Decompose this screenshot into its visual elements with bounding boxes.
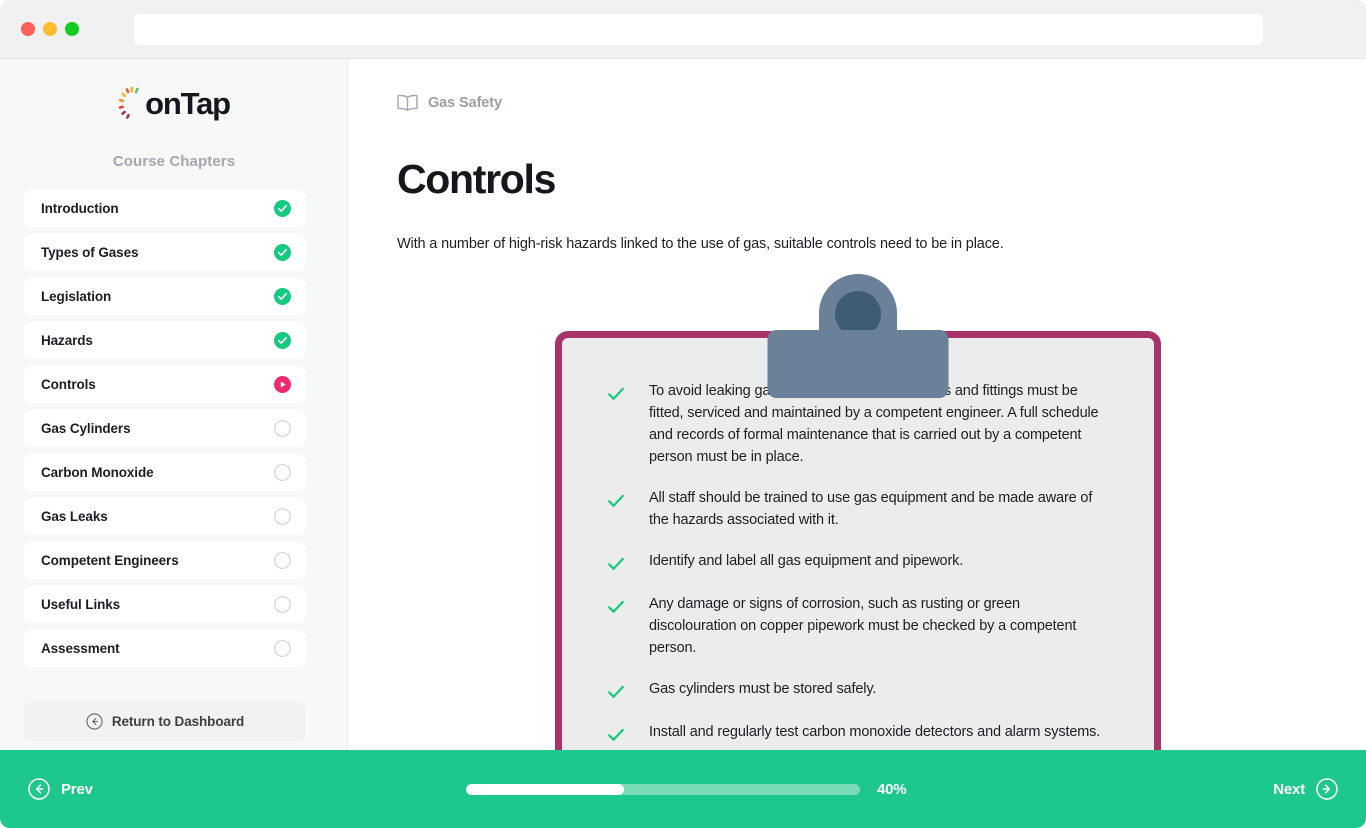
chapter-locked-circle-icon	[274, 640, 291, 657]
sidebar-item-assessment[interactable]: Assessment	[24, 630, 306, 667]
chapter-list: Introduction Types of Gases Legislation Haz…	[24, 190, 306, 667]
breadcrumb-label: Gas Safety	[428, 94, 502, 111]
ontap-logo-icon	[118, 86, 139, 119]
window-traffic-lights	[21, 22, 79, 36]
checklist-item-text: Identify and label all gas equipment and…	[649, 553, 964, 569]
sidebar-item-label: Useful Links	[41, 597, 121, 612]
sidebar-item-label: Controls	[41, 377, 96, 392]
url-input[interactable]	[134, 14, 1263, 45]
next-button[interactable]: Next	[1273, 778, 1338, 800]
next-label: Next	[1273, 780, 1305, 798]
bottom-navigation-bar: Prev 40% Next	[0, 750, 1366, 828]
brand-logo[interactable]: onTap	[0, 86, 348, 120]
clipboard-board: To avoid leaking gas, all gas appliances…	[555, 331, 1161, 782]
sidebar-item-label: Introduction	[41, 201, 119, 216]
check-mark-icon	[608, 728, 624, 741]
sidebar-item-label: Gas Cylinders	[41, 421, 131, 436]
progress-fill	[466, 783, 624, 795]
arrow-left-circle-icon	[86, 713, 103, 730]
page-title: Controls	[397, 156, 556, 202]
progress-percent-label: 40%	[877, 780, 907, 798]
arrow-right-circle-icon	[1316, 778, 1338, 800]
checklist-item-text: Gas cylinders must be stored safely.	[649, 681, 877, 697]
sidebar-item-gas-leaks[interactable]: Gas Leaks	[24, 498, 306, 535]
check-mark-icon	[608, 685, 624, 698]
sidebar: onTap Course Chapters Introduction Types …	[0, 59, 348, 828]
chapter-complete-check-icon	[274, 200, 291, 217]
arrow-left-circle-icon	[28, 778, 50, 800]
main-content: Gas Safety Controls With a number of hig…	[348, 59, 1366, 828]
sidebar-item-label: Assessment	[41, 641, 120, 656]
check-mark-icon	[608, 557, 624, 570]
sidebar-item-controls[interactable]: Controls	[24, 366, 306, 403]
clipboard-illustration: To avoid leaking gas, all gas appliances…	[555, 274, 1161, 782]
chapter-complete-check-icon	[274, 288, 291, 305]
sidebar-item-useful-links[interactable]: Useful Links	[24, 586, 306, 623]
chapter-locked-circle-icon	[274, 508, 291, 525]
sidebar-item-competent-engineers[interactable]: Competent Engineers	[24, 542, 306, 579]
maximize-window-button[interactable]	[65, 22, 79, 36]
chapter-locked-circle-icon	[274, 420, 291, 437]
course-progress: 40%	[466, 780, 907, 798]
checklist-item: Install and regularly test carbon monoxi…	[606, 721, 1116, 745]
breadcrumb[interactable]: Gas Safety	[397, 94, 502, 111]
sidebar-item-legislation[interactable]: Legislation	[24, 278, 306, 315]
controls-checklist: To avoid leaking gas, all gas appliances…	[606, 380, 1116, 745]
prev-label: Prev	[61, 780, 93, 798]
sidebar-item-types-of-gases[interactable]: Types of Gases	[24, 234, 306, 271]
progress-track[interactable]	[466, 783, 860, 795]
chapter-locked-circle-icon	[274, 552, 291, 569]
prev-button[interactable]: Prev	[28, 778, 93, 800]
checklist-item: All staff should be trained to use gas e…	[606, 487, 1116, 531]
check-mark-icon	[608, 600, 624, 613]
browser-chrome	[0, 0, 1366, 59]
close-window-button[interactable]	[21, 22, 35, 36]
brand-logo-text: onTap	[145, 85, 231, 121]
chapter-locked-circle-icon	[274, 464, 291, 481]
minimize-window-button[interactable]	[43, 22, 57, 36]
sidebar-item-label: Legislation	[41, 289, 112, 304]
check-mark-icon	[608, 387, 624, 400]
checklist-item-text: All staff should be trained to use gas e…	[649, 490, 1093, 528]
sidebar-item-gas-cylinders[interactable]: Gas Cylinders	[24, 410, 306, 447]
sidebar-item-label: Hazards	[41, 333, 93, 348]
chapter-locked-circle-icon	[274, 596, 291, 613]
checklist-item: Identify and label all gas equipment and…	[606, 550, 1116, 574]
sidebar-item-carbon-monoxide[interactable]: Carbon Monoxide	[24, 454, 306, 491]
sidebar-item-introduction[interactable]: Introduction	[24, 190, 306, 227]
chapter-complete-check-icon	[274, 244, 291, 261]
sidebar-item-label: Types of Gases	[41, 245, 139, 260]
sidebar-item-label: Carbon Monoxide	[41, 465, 154, 480]
check-mark-icon	[608, 494, 624, 507]
sidebar-item-label: Competent Engineers	[41, 553, 179, 568]
sidebar-item-hazards[interactable]: Hazards	[24, 322, 306, 359]
checklist-item-text: Any damage or signs of corrosion, such a…	[649, 596, 1077, 656]
chapter-complete-check-icon	[274, 332, 291, 349]
intro-paragraph: With a number of high-risk hazards linke…	[397, 236, 1004, 252]
book-icon	[397, 94, 418, 111]
chapter-current-play-icon	[274, 376, 291, 393]
return-to-dashboard-button[interactable]: Return to Dashboard	[24, 702, 306, 741]
sidebar-item-label: Gas Leaks	[41, 509, 108, 524]
checklist-item-text: Install and regularly test carbon monoxi…	[649, 724, 1101, 740]
return-to-dashboard-label: Return to Dashboard	[111, 714, 245, 729]
checklist-item: Any damage or signs of corrosion, such a…	[606, 593, 1116, 659]
page-body: onTap Course Chapters Introduction Types …	[0, 59, 1366, 828]
checklist-item: Gas cylinders must be stored safely.	[606, 678, 1116, 702]
clipboard-clip-bar	[767, 330, 949, 398]
course-chapters-heading: Course Chapters	[112, 153, 236, 170]
